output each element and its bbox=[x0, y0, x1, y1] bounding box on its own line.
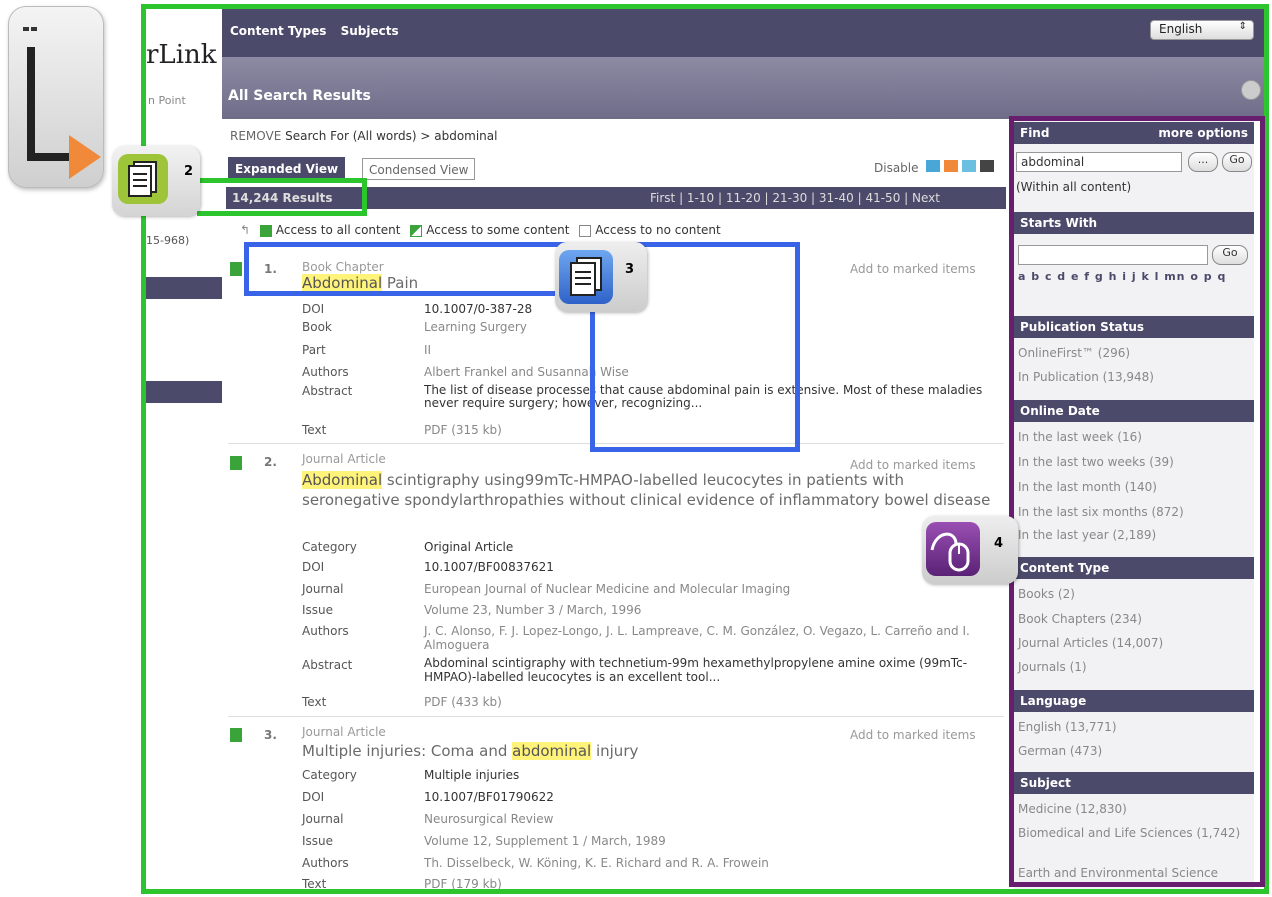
step-badge-3: 3 bbox=[555, 242, 647, 312]
callout-line bbox=[590, 310, 595, 452]
badge-number: 2 bbox=[184, 164, 194, 179]
info-cursor-icon bbox=[8, 6, 104, 188]
callout-line bbox=[197, 211, 367, 216]
step-badge-4: 4 bbox=[922, 516, 1018, 584]
step-badge-2: 2 bbox=[112, 146, 200, 216]
badge-number: 3 bbox=[625, 262, 635, 277]
annotation-purple-frame bbox=[1009, 116, 1265, 887]
mouse-icon bbox=[926, 522, 980, 576]
callout-line bbox=[197, 178, 367, 183]
badge-number: 4 bbox=[994, 536, 1004, 551]
documents-icon bbox=[118, 154, 168, 204]
documents-icon bbox=[559, 250, 613, 304]
annotation-blue-box bbox=[244, 242, 570, 296]
